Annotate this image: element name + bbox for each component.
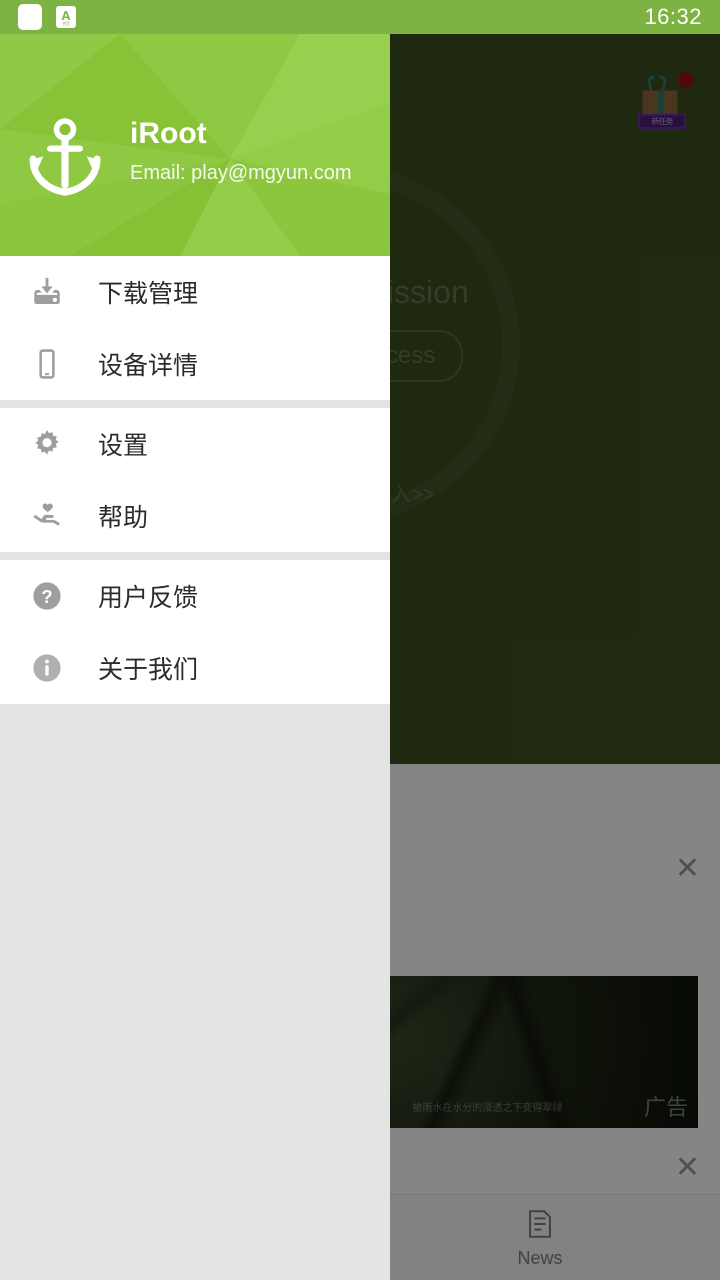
menu-group-1: 下载管理 设备详情 xyxy=(0,256,390,400)
phone-icon xyxy=(22,347,72,381)
menu-item-label: 关于我们 xyxy=(98,655,199,684)
menu-item-feedback[interactable]: ? 用户反馈 xyxy=(0,560,390,632)
blank-notification-icon xyxy=(18,4,42,30)
close-icon[interactable]: ✕ xyxy=(675,854,700,884)
profile-name: iRoot xyxy=(130,117,207,150)
red-dot-badge xyxy=(678,72,694,88)
status-bar: A 拼音 16:32 xyxy=(0,0,720,34)
download-tray-icon xyxy=(22,275,72,309)
close-icon[interactable]: ✕ xyxy=(675,1150,700,1185)
ime-sub: 拼音 xyxy=(62,20,71,26)
phone-glyph xyxy=(39,349,55,379)
menu-item-label: 帮助 xyxy=(98,503,149,532)
gear-glyph xyxy=(35,430,59,455)
gift-body xyxy=(642,90,678,117)
phone-screen: 3010 Get Permission Access 的, 点击进入>> 新任务… xyxy=(0,0,720,1280)
status-left-icons: A 拼音 xyxy=(18,4,76,30)
profile-info: iRoot Email: play@mgyun.com xyxy=(130,116,351,185)
navigation-drawer: iRoot Email: play@mgyun.com 下载管理 设备详情 设置… xyxy=(0,34,390,1280)
menu-group-2: 设置 帮助 xyxy=(0,408,390,552)
download-tray-glyph xyxy=(34,277,60,305)
news-document-icon xyxy=(529,1209,551,1238)
menu-item-device-details[interactable]: 设备详情 xyxy=(0,328,390,400)
menu-item-label: 用户反馈 xyxy=(98,583,199,612)
svg-text:?: ? xyxy=(41,586,52,607)
gear-icon xyxy=(22,428,72,460)
menu-group-3: ? 用户反馈 关于我们 xyxy=(0,560,390,704)
tab-news-label: News xyxy=(517,1247,563,1268)
question-circle-icon: ? xyxy=(22,579,72,613)
drawer-header: iRoot Email: play@mgyun.com xyxy=(0,34,390,256)
menu-item-help[interactable]: 帮助 xyxy=(0,480,390,552)
question-circle-glyph: ? xyxy=(33,582,61,610)
gift-tag-label: 新任务 xyxy=(638,114,686,129)
hand-heart-glyph xyxy=(33,503,60,526)
menu-item-label: 下载管理 xyxy=(98,279,199,308)
info-circle-icon xyxy=(22,651,72,685)
anchor-icon xyxy=(29,118,101,196)
menu-divider xyxy=(0,552,390,560)
menu-item-about[interactable]: 关于我们 xyxy=(0,632,390,704)
profile-email: Email: play@mgyun.com xyxy=(130,162,352,184)
menu-item-settings[interactable]: 设置 xyxy=(0,408,390,480)
tab-news[interactable]: News xyxy=(360,1195,720,1280)
menu-item-label: 设备详情 xyxy=(98,351,199,380)
menu-item-label: 设置 xyxy=(98,431,149,460)
info-circle-glyph xyxy=(33,654,61,682)
menu-item-download-manager[interactable]: 下载管理 xyxy=(0,256,390,328)
ad-label: 广告 xyxy=(643,1095,688,1120)
ime-letter: A xyxy=(61,7,71,23)
menu-divider xyxy=(0,400,390,408)
drawer-empty-area xyxy=(0,704,390,1244)
gift-box-icon[interactable]: 新任务 xyxy=(634,72,696,134)
thumb-caption: 被雨水在水分的浸透之下变得翠绿 xyxy=(412,1103,563,1114)
hand-heart-icon xyxy=(22,499,72,533)
status-clock: 16:32 xyxy=(644,4,702,29)
ime-indicator-icon: A 拼音 xyxy=(56,6,76,28)
